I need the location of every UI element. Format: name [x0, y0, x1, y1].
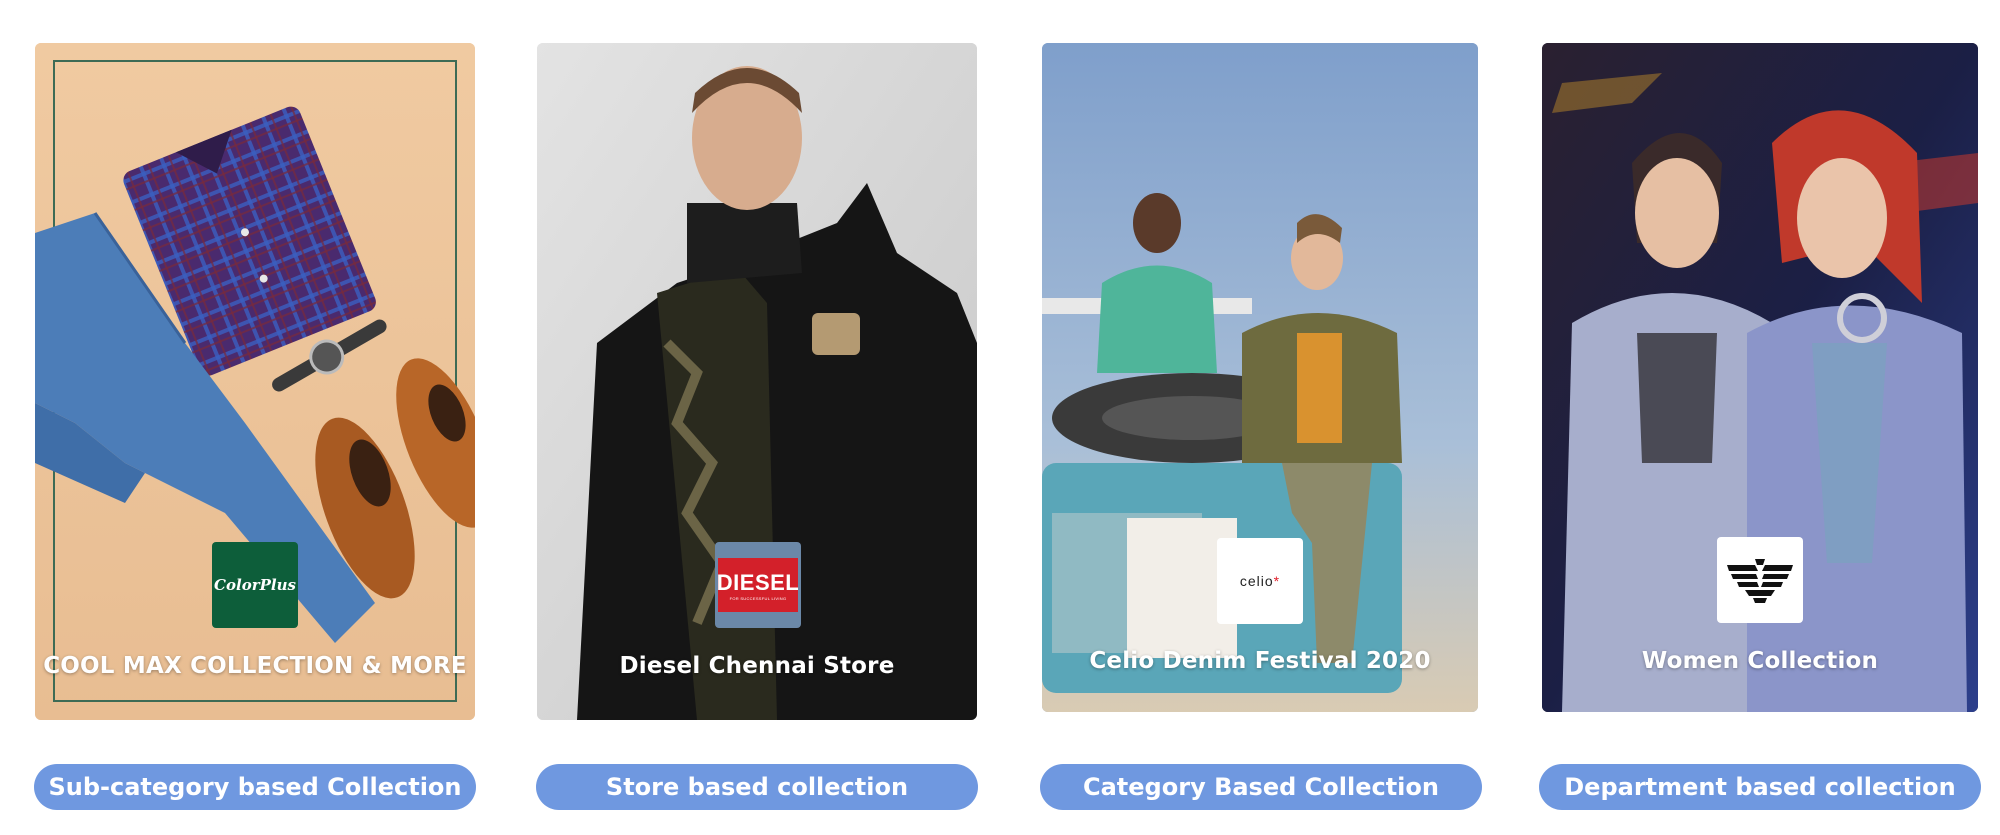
collection-card-diesel[interactable]: DIESEL FOR SUCCESSFUL LIVING Diesel Chen…: [537, 43, 977, 720]
card-title: Celio Denim Festival 2020: [1089, 648, 1431, 674]
armani-eagle-logo: [1717, 537, 1803, 623]
collection-card-colorplus[interactable]: ColorPlus COOL MAX COLLECTION & MORE: [35, 43, 475, 720]
card-title: Women Collection: [1641, 648, 1879, 674]
card-title: COOL MAX COLLECTION & MORE: [43, 653, 467, 679]
collection-card-women[interactable]: Women Collection: [1542, 43, 1978, 712]
card-title: Diesel Chennai Store: [619, 653, 895, 679]
celio-logo: celio*: [1217, 538, 1303, 624]
store-collection-button[interactable]: Store based collection: [536, 764, 978, 810]
colorplus-logo: ColorPlus: [212, 542, 298, 628]
diesel-logo: DIESEL FOR SUCCESSFUL LIVING: [715, 542, 801, 628]
collection-card-celio[interactable]: celio* Celio Denim Festival 2020: [1042, 43, 1478, 712]
armani-eagle-icon: [1727, 559, 1793, 603]
category-collection-button[interactable]: Category Based Collection: [1040, 764, 1482, 810]
sub-category-collection-button[interactable]: Sub-category based Collection: [34, 764, 476, 810]
department-collection-button[interactable]: Department based collection: [1539, 764, 1981, 810]
